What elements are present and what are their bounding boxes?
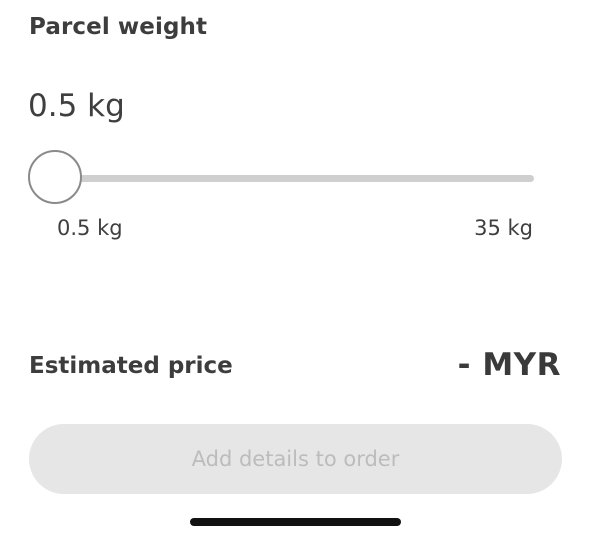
weight-value: 0.5 kg	[28, 88, 125, 124]
slider-track[interactable]	[29, 175, 534, 182]
weight-slider[interactable]	[28, 150, 534, 208]
slider-max-label: 35 kg	[474, 216, 533, 240]
parcel-weight-title: Parcel weight	[29, 14, 208, 40]
estimated-price-label: Estimated price	[29, 353, 233, 379]
estimated-price-value: - MYR	[457, 347, 561, 383]
slider-min-label: 0.5 kg	[57, 216, 123, 240]
add-details-to-order-button[interactable]: Add details to order	[29, 424, 562, 494]
home-indicator	[190, 518, 401, 526]
slider-thumb[interactable]	[28, 150, 82, 204]
